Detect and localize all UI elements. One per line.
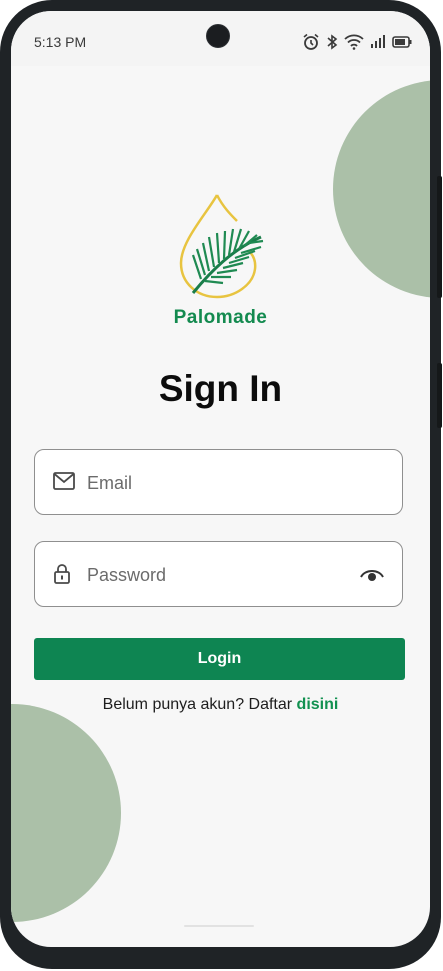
status-bar: 5:13 PM [11, 11, 430, 66]
volume-button [437, 176, 442, 298]
lock-icon [54, 564, 70, 584]
mail-icon [53, 472, 75, 490]
page-title: Sign In [158, 368, 283, 409]
home-indicator[interactable] [184, 925, 254, 927]
status-time: 5:13 PM [34, 34, 87, 50]
battery-icon [392, 36, 412, 48]
email-input[interactable] [85, 464, 359, 502]
palm-leaf-drop-logo [179, 194, 264, 299]
phone-frame: 5:13 PM Palomade Sign In Email Login Bel… [0, 0, 442, 969]
bluetooth-icon [327, 34, 338, 50]
alarm-icon [303, 33, 319, 50]
app-screen: 5:13 PM Palomade Sign In Email Login Bel… [11, 11, 430, 947]
wifi-icon [344, 34, 364, 50]
decor-circle-bottom-left [11, 704, 121, 922]
login-button[interactable]: Login [34, 638, 405, 680]
register-prompt: Belum punya akun? Daftar disini [11, 696, 430, 714]
decor-circle-top-right [333, 80, 430, 298]
front-camera [206, 24, 230, 48]
register-prompt-text: Belum punya akun? Daftar [102, 696, 297, 713]
status-icons [302, 33, 412, 51]
signal-icon [371, 35, 385, 48]
brand-name: Palomade [173, 307, 268, 328]
email-field[interactable] [34, 449, 403, 515]
show-password-eye-icon[interactable] [360, 566, 384, 582]
power-button [437, 363, 442, 428]
register-link[interactable]: disini [297, 696, 339, 713]
password-field[interactable] [34, 541, 403, 607]
password-input[interactable] [85, 556, 359, 594]
